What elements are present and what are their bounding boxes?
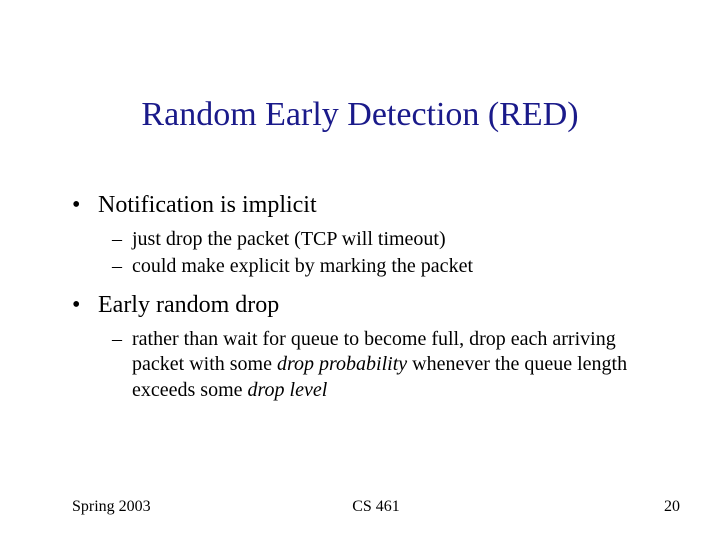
- spacer: [72, 282, 660, 290]
- sub-bullet-text: could make explicit by marking the packe…: [132, 254, 660, 280]
- slide-footer: Spring 2003 CS 461 20: [72, 498, 680, 516]
- footer-center: CS 461: [72, 498, 680, 516]
- bullet-item: • Early random drop: [72, 290, 660, 321]
- italic-text: drop probability: [277, 353, 407, 375]
- sub-bullet-text: rather than wait for queue to become ful…: [132, 327, 660, 404]
- sub-bullet-item: – could make explicit by marking the pac…: [112, 254, 660, 280]
- slide-body: • Notification is implicit – just drop t…: [72, 190, 660, 405]
- bullet-dot: •: [72, 190, 98, 221]
- footer-left: Spring 2003: [72, 498, 151, 516]
- bullet-dot: •: [72, 290, 98, 321]
- bullet-text: Notification is implicit: [98, 190, 660, 221]
- italic-text: drop level: [248, 379, 328, 401]
- bullet-dash: –: [112, 327, 132, 404]
- sub-bullet-text: just drop the packet (TCP will timeout): [132, 227, 660, 253]
- slide: Random Early Detection (RED) • Notificat…: [0, 0, 720, 540]
- bullet-item: • Notification is implicit: [72, 190, 660, 221]
- sub-bullet-item: – just drop the packet (TCP will timeout…: [112, 227, 660, 253]
- bullet-text: Early random drop: [98, 290, 660, 321]
- bullet-dash: –: [112, 254, 132, 280]
- bullet-dash: –: [112, 227, 132, 253]
- footer-right: 20: [664, 498, 680, 516]
- slide-title: Random Early Detection (RED): [0, 96, 720, 134]
- sub-bullet-item: – rather than wait for queue to become f…: [112, 327, 660, 404]
